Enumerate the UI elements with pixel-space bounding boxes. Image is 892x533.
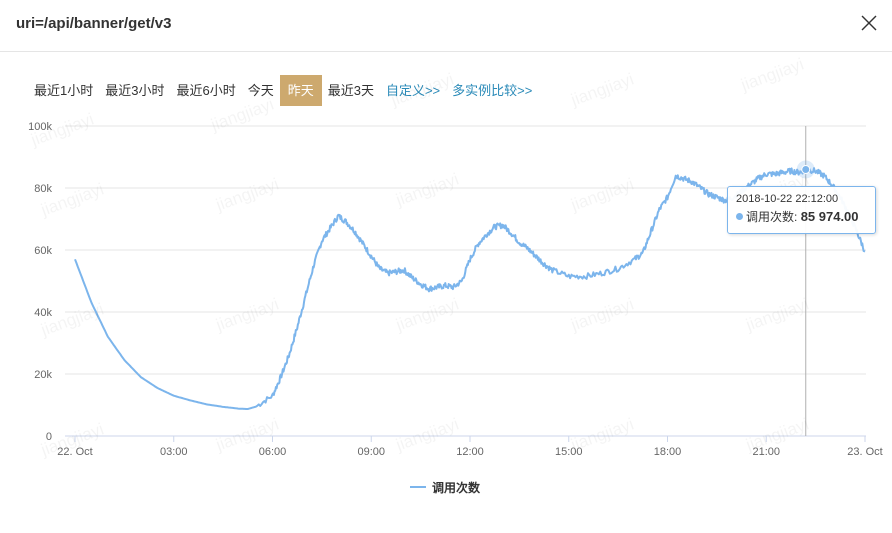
legend-item[interactable]: 调用次数 <box>410 479 480 495</box>
dialog: uri=/api/banner/get/v3 最近1小时 最近3小时 最近6小时… <box>0 0 892 533</box>
x-tick-label: 09:00 <box>357 446 385 458</box>
y-tick-label: 80k <box>34 183 52 195</box>
x-tick-label: 15:00 <box>555 446 583 458</box>
x-tick-label: 18:00 <box>654 446 682 458</box>
x-tick-label: 12:00 <box>456 446 484 458</box>
close-button[interactable] <box>860 14 878 32</box>
y-tick-label: 100k <box>28 121 52 133</box>
hover-point-marker <box>801 164 811 174</box>
watermark-text: jiangjiayi <box>569 69 637 110</box>
custom-range-link[interactable]: 自定义>> <box>380 75 446 106</box>
tooltip-series-label: 调用次数: <box>746 210 798 224</box>
range-last-6h-button[interactable]: 最近6小时 <box>170 75 241 106</box>
hover-layer <box>796 126 815 436</box>
time-range-toolbar: 最近1小时 最近3小时 最近6小时 今天 昨天 最近3天 自定义>> 多实例比较… <box>28 75 538 106</box>
y-tick-label: 20k <box>34 369 52 381</box>
x-tick-label: 22. Oct <box>57 446 92 458</box>
x-tick-label: 21:00 <box>752 446 780 458</box>
y-tick-label: 60k <box>34 245 52 257</box>
tooltip-value: 85 974.00 <box>800 209 859 224</box>
tooltip-row: 调用次数: 85 974.00 <box>736 208 867 225</box>
legend-label: 调用次数 <box>432 480 481 495</box>
x-tick-label: 03:00 <box>160 446 188 458</box>
dialog-title: uri=/api/banner/get/v3 <box>16 15 172 32</box>
grid-lines <box>65 125 866 437</box>
range-today-button[interactable]: 今天 <box>242 75 280 106</box>
range-yesterday-button[interactable]: 昨天 <box>279 75 322 106</box>
range-last-3d-button[interactable]: 最近3天 <box>322 75 380 106</box>
tooltip-series-dot <box>736 213 743 220</box>
chart-tooltip: 2018-10-22 22:12:00 调用次数: 85 974.00 <box>727 186 876 234</box>
dialog-header: uri=/api/banner/get/v3 <box>0 0 892 52</box>
range-last-3h-button[interactable]: 最近3小时 <box>99 75 170 106</box>
legend-line-icon <box>410 486 426 488</box>
x-axis: 22. Oct 03:00 06:00 09:00 12:00 15:00 18:00 21:… <box>57 436 883 458</box>
x-tick-label: 23. Oct <box>847 446 882 458</box>
chart-container: 0 20k 40k 60k 80k 100k 22. Oct 03:00 06:00 09:00… <box>0 110 892 510</box>
watermark-text: jiangjiayi <box>739 54 807 95</box>
y-tick-label: 0 <box>46 431 52 443</box>
multi-instance-compare-link[interactable]: 多实例比较>> <box>446 75 538 106</box>
close-icon <box>861 15 877 31</box>
y-axis-labels: 0 20k 40k 60k 80k 100k <box>28 121 52 443</box>
y-tick-label: 40k <box>34 307 52 319</box>
x-tick-label: 06:00 <box>259 446 287 458</box>
range-last-1h-button[interactable]: 最近1小时 <box>28 75 99 106</box>
line-chart[interactable]: 0 20k 40k 60k 80k 100k 22. Oct 03:00 06:00 09:00… <box>0 110 892 510</box>
tooltip-date: 2018-10-22 22:12:00 <box>736 193 839 205</box>
